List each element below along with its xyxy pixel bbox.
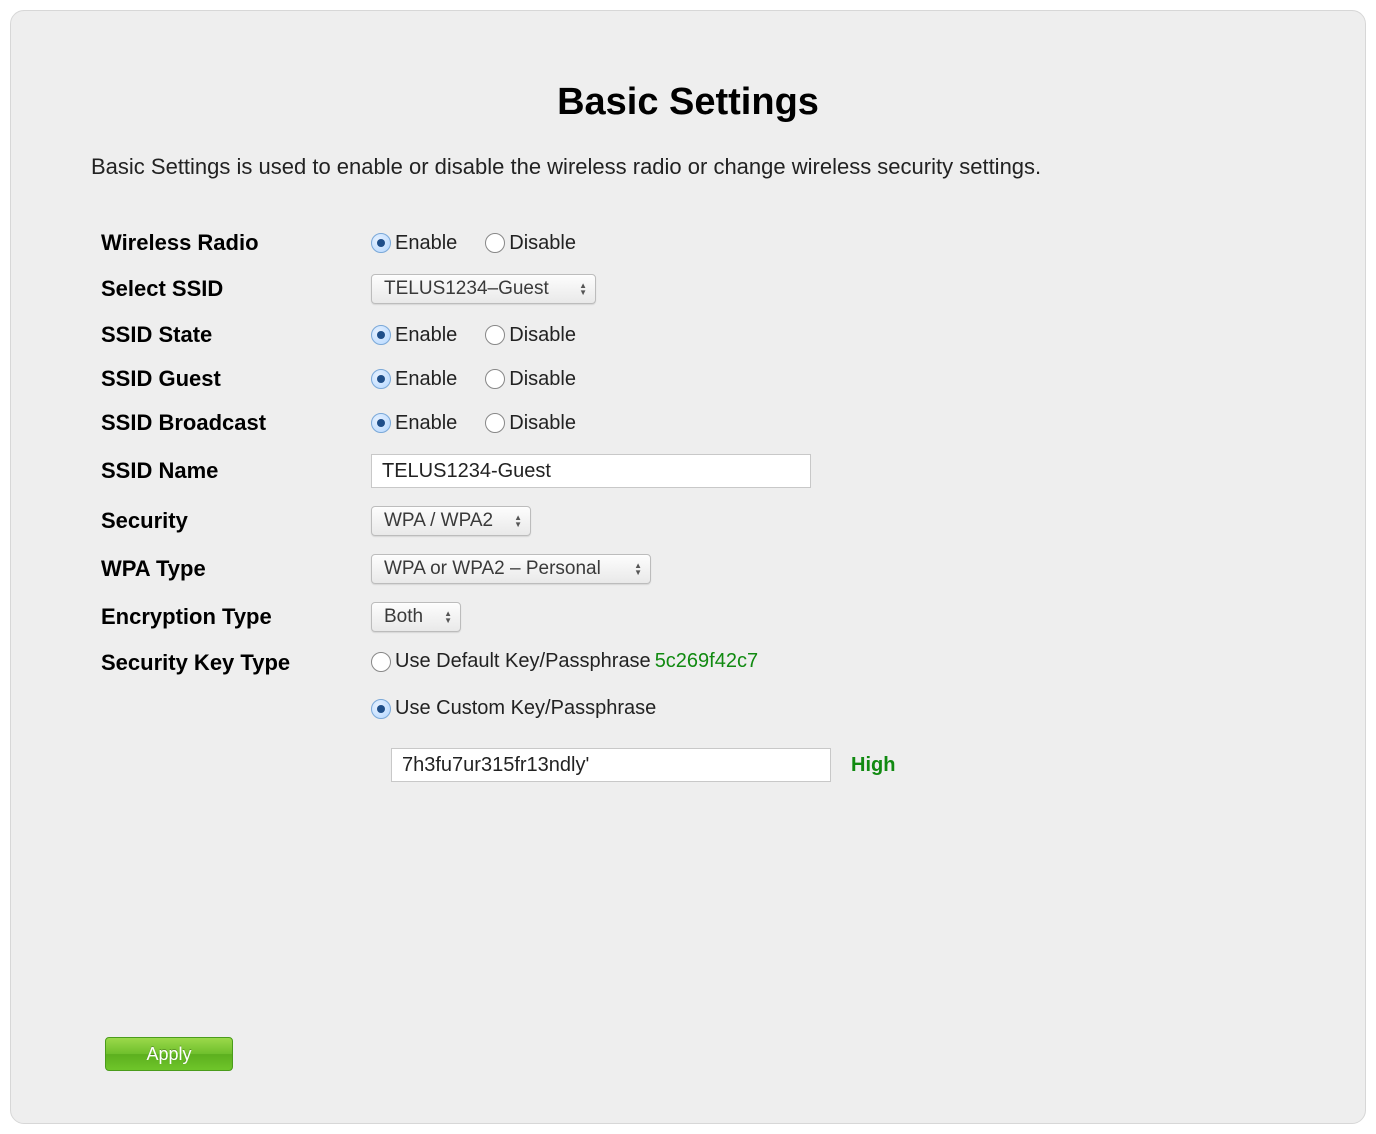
row-select-ssid: Select SSID TELUS1234–Guest xyxy=(101,274,1285,304)
radio-label: Enable xyxy=(395,232,457,255)
row-security: Security WPA / WPA2 xyxy=(101,506,1285,536)
chevron-updown-icon xyxy=(579,283,587,296)
radio-label: Disable xyxy=(509,324,576,347)
radio-label: Use Default Key/Passphrase xyxy=(395,650,651,673)
input-ssid-name[interactable] xyxy=(371,454,811,488)
controls-security: WPA / WPA2 xyxy=(371,506,531,536)
label-select-ssid: Select SSID xyxy=(101,276,371,302)
select-value: Both xyxy=(384,606,423,628)
label-ssid-state: SSID State xyxy=(101,322,371,348)
select-encryption-type[interactable]: Both xyxy=(371,602,461,632)
radio-label: Disable xyxy=(509,232,576,255)
custom-passphrase-row: High xyxy=(371,748,895,782)
settings-form: Wireless Radio Enable Disable Select SSI… xyxy=(91,230,1285,782)
radio-key-default[interactable]: Use Default Key/Passphrase 5c269f42c7 xyxy=(371,650,875,673)
row-encryption-type: Encryption Type Both xyxy=(101,602,1285,632)
radio-wireless-radio-enable[interactable]: Enable xyxy=(371,232,457,255)
radio-icon xyxy=(485,325,505,345)
label-ssid-broadcast: SSID Broadcast xyxy=(101,410,371,436)
row-wireless-radio: Wireless Radio Enable Disable xyxy=(101,230,1285,256)
controls-wireless-radio: Enable Disable xyxy=(371,232,596,255)
controls-select-ssid: TELUS1234–Guest xyxy=(371,274,596,304)
radio-ssid-broadcast-enable[interactable]: Enable xyxy=(371,412,457,435)
radio-label: Use Custom Key/Passphrase xyxy=(395,697,656,720)
controls-ssid-guest: Enable Disable xyxy=(371,368,596,391)
label-security-key-type: Security Key Type xyxy=(101,650,371,676)
radio-icon xyxy=(485,233,505,253)
radio-label: Enable xyxy=(395,412,457,435)
radio-ssid-state-enable[interactable]: Enable xyxy=(371,324,457,347)
select-value: WPA or WPA2 – Personal xyxy=(384,558,601,580)
label-ssid-name: SSID Name xyxy=(101,458,371,484)
controls-ssid-name xyxy=(371,454,811,488)
label-ssid-guest: SSID Guest xyxy=(101,366,371,392)
radio-icon xyxy=(371,325,391,345)
radio-ssid-guest-disable[interactable]: Disable xyxy=(485,368,576,391)
radio-label: Disable xyxy=(509,412,576,435)
controls-wpa-type: WPA or WPA2 – Personal xyxy=(371,554,651,584)
radio-label: Enable xyxy=(395,368,457,391)
radio-icon xyxy=(371,652,391,672)
label-encryption-type: Encryption Type xyxy=(101,604,371,630)
row-ssid-name: SSID Name xyxy=(101,454,1285,488)
radio-icon xyxy=(485,369,505,389)
input-custom-passphrase[interactable] xyxy=(391,748,831,782)
radio-label: Enable xyxy=(395,324,457,347)
chevron-updown-icon xyxy=(634,563,642,576)
basic-settings-panel: Basic Settings Basic Settings is used to… xyxy=(10,10,1366,1124)
radio-ssid-state-disable[interactable]: Disable xyxy=(485,324,576,347)
row-ssid-broadcast: SSID Broadcast Enable Disable xyxy=(101,410,1285,436)
row-wpa-type: WPA Type WPA or WPA2 – Personal xyxy=(101,554,1285,584)
label-wpa-type: WPA Type xyxy=(101,556,371,582)
radio-icon xyxy=(371,413,391,433)
controls-encryption-type: Both xyxy=(371,602,461,632)
radio-icon xyxy=(485,413,505,433)
chevron-updown-icon xyxy=(514,515,522,528)
row-security-key-type: Security Key Type Use Default Key/Passph… xyxy=(101,650,1285,782)
page-title: Basic Settings xyxy=(91,81,1285,124)
radio-ssid-guest-enable[interactable]: Enable xyxy=(371,368,457,391)
controls-ssid-state: Enable Disable xyxy=(371,324,596,347)
radio-wireless-radio-disable[interactable]: Disable xyxy=(485,232,576,255)
radio-label: Disable xyxy=(509,368,576,391)
default-passphrase-value: 5c269f42c7 xyxy=(655,650,758,673)
apply-button[interactable]: Apply xyxy=(105,1037,233,1071)
select-wpa-type[interactable]: WPA or WPA2 – Personal xyxy=(371,554,651,584)
select-security[interactable]: WPA / WPA2 xyxy=(371,506,531,536)
select-value: TELUS1234–Guest xyxy=(384,278,549,300)
radio-icon xyxy=(371,369,391,389)
controls-ssid-broadcast: Enable Disable xyxy=(371,412,596,435)
row-ssid-state: SSID State Enable Disable xyxy=(101,322,1285,348)
label-wireless-radio: Wireless Radio xyxy=(101,230,371,256)
passphrase-strength: High xyxy=(851,754,895,777)
radio-key-custom[interactable]: Use Custom Key/Passphrase xyxy=(371,697,875,720)
radio-ssid-broadcast-disable[interactable]: Disable xyxy=(485,412,576,435)
chevron-updown-icon xyxy=(444,611,452,624)
select-ssid[interactable]: TELUS1234–Guest xyxy=(371,274,596,304)
page-description: Basic Settings is used to enable or disa… xyxy=(91,154,1285,180)
row-ssid-guest: SSID Guest Enable Disable xyxy=(101,366,1285,392)
select-value: WPA / WPA2 xyxy=(384,510,493,532)
label-security: Security xyxy=(101,508,371,534)
radio-icon xyxy=(371,233,391,253)
radio-icon xyxy=(371,699,391,719)
controls-security-key-type: Use Default Key/Passphrase 5c269f42c7 Us… xyxy=(371,650,895,782)
